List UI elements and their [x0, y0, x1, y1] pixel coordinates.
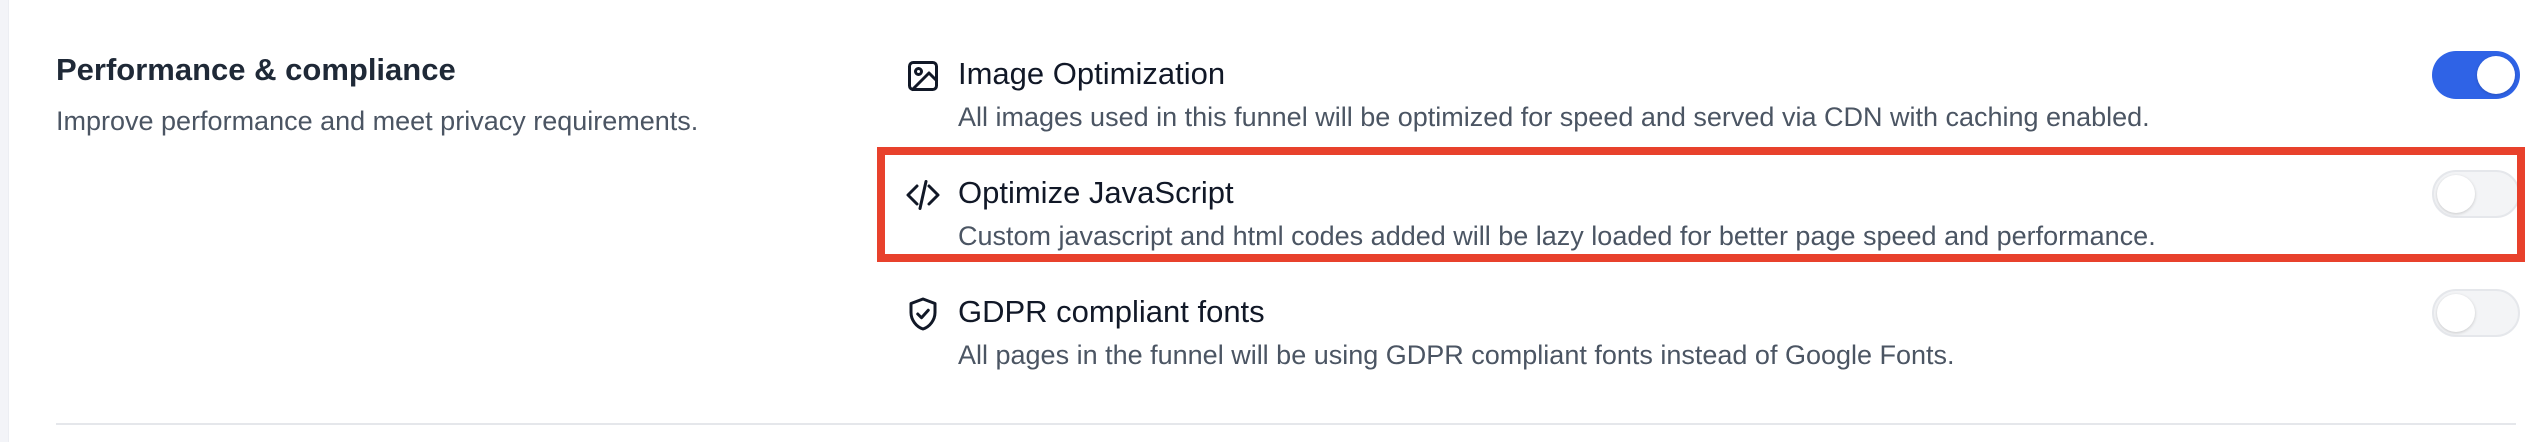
shield-check-icon: [905, 296, 941, 332]
setting-label: Image Optimization: [958, 56, 1226, 91]
setting-image-optimization: Image Optimization All images used in th…: [905, 51, 2525, 168]
optimize-javascript-toggle[interactable]: [2432, 170, 2520, 218]
setting-label: Optimize JavaScript: [958, 175, 1234, 210]
toggle-knob: [2477, 56, 2515, 94]
image-icon: [905, 58, 941, 94]
setting-optimize-javascript: Optimize JavaScript Custom javascript an…: [905, 170, 2525, 287]
setting-description: All images used in this funnel will be o…: [958, 102, 2150, 132]
toggle-knob: [2437, 175, 2475, 213]
divider: [56, 423, 2516, 425]
code-icon: [905, 177, 941, 213]
section-title: Performance & compliance: [56, 52, 456, 87]
setting-label: GDPR compliant fonts: [958, 294, 1265, 329]
section-description: Improve performance and meet privacy req…: [56, 106, 699, 136]
setting-description: All pages in the funnel will be using GD…: [958, 340, 1955, 370]
left-rail: [0, 0, 9, 442]
gdpr-fonts-toggle[interactable]: [2432, 289, 2520, 337]
setting-gdpr-fonts: GDPR compliant fonts All pages in the fu…: [905, 289, 2525, 406]
setting-description: Custom javascript and html codes added w…: [958, 221, 2156, 251]
toggle-knob: [2437, 294, 2475, 332]
settings-page: Performance & compliance Improve perform…: [0, 0, 2544, 442]
image-optimization-toggle[interactable]: [2432, 51, 2520, 99]
